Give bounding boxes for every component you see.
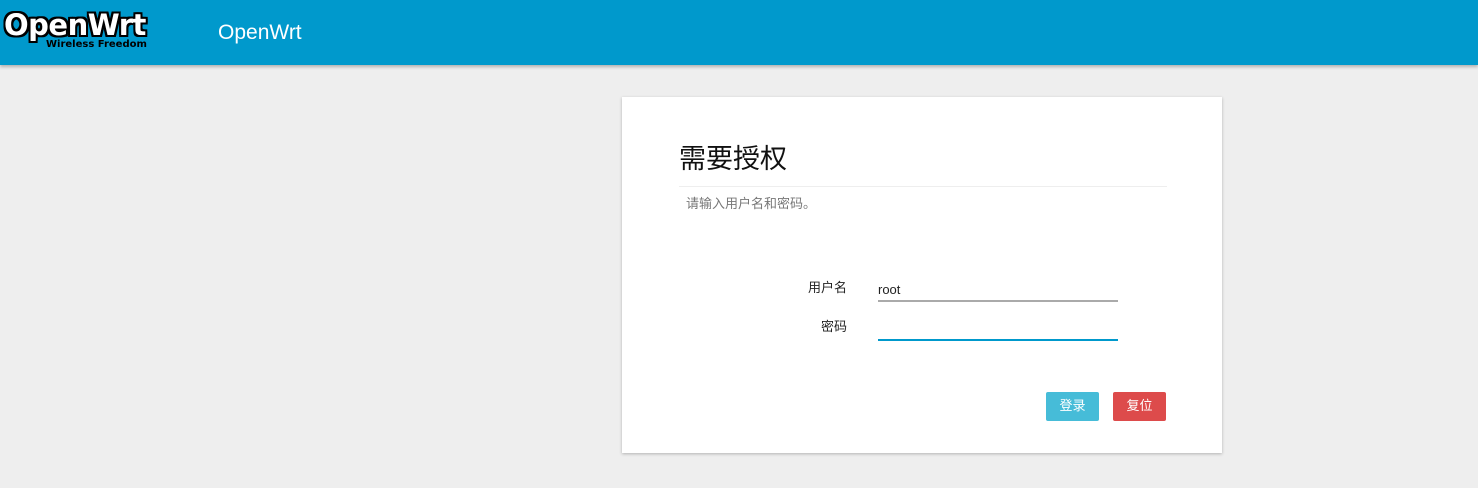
title-divider <box>679 186 1167 187</box>
logo-tagline: Wireless Freedom <box>46 39 147 50</box>
logo-text: OpenWrt <box>4 8 146 42</box>
top-navbar: OpenWrt Wireless Freedom OpenWrt <box>0 0 1478 65</box>
brand-title-link[interactable]: OpenWrt <box>218 21 302 45</box>
login-title: 需要授权 <box>679 144 787 175</box>
login-description: 请输入用户名和密码。 <box>686 197 817 212</box>
password-input[interactable] <box>878 317 1118 341</box>
login-button[interactable]: 登录 <box>1046 392 1099 421</box>
reset-button[interactable]: 复位 <box>1113 392 1166 421</box>
openwrt-logo[interactable]: OpenWrt Wireless Freedom <box>4 8 164 56</box>
password-label: 密码 <box>820 320 847 335</box>
username-input[interactable] <box>878 278 1118 302</box>
login-panel: 需要授权 请输入用户名和密码。 用户名 密码 登录 复位 <box>622 97 1222 453</box>
username-label: 用户名 <box>807 281 847 296</box>
